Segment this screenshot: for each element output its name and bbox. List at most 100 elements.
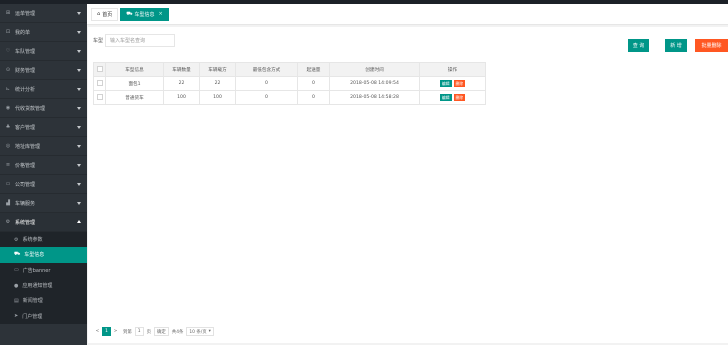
chevron-down-icon — [77, 126, 81, 129]
sidebar-item-system[interactable]: ⚙ 系统管理 — [0, 213, 87, 232]
gear-icon: ⚙ — [14, 236, 19, 243]
cell-vehicle-type: 面包1 — [105, 76, 164, 91]
sidebar-submenu: ⚙ 系统参数 ⛟ 车型信息 ▭ 广告banner ● 应用通知管理 ▤ 新闻管理… — [0, 232, 87, 324]
vehicle-type-table: 车型信息 车辆数量 车辆载方 最低包含方式 起送量 创建时间 操作 面包1 22… — [93, 62, 486, 105]
table-row: 普通货车 100 100 0 0 2018-05-08 14:58:28 编辑删… — [93, 90, 486, 105]
search-label: 车型 — [93, 38, 104, 44]
chevron-down-icon — [77, 69, 81, 72]
cell-actions: 编辑 删除 — [419, 76, 486, 91]
cell-start-amount: 0 — [297, 90, 330, 105]
column-header: 最低包含方式 — [235, 62, 298, 77]
sidebar-item-label: 客户管理 — [15, 124, 36, 131]
row-select-cell — [93, 76, 106, 91]
sidebar-item-label: 价格管理 — [15, 162, 36, 169]
column-header: 起送量 — [297, 62, 330, 77]
total-count: 共4条 — [171, 329, 184, 335]
circle-icon: ⊙ — [5, 67, 11, 73]
add-button[interactable]: 新 增 — [665, 39, 687, 52]
chart-icon: ⊾ — [5, 86, 11, 92]
sidebar-subitem-news[interactable]: ▤ 新闻管理 — [0, 293, 87, 308]
current-page-button[interactable]: 1 — [102, 327, 111, 336]
goto-confirm-button[interactable]: 确定 — [154, 327, 169, 336]
tab-label: 首页 — [102, 11, 113, 18]
pagination: < 1 > 到第 1 页 确定 共4条 10 条/页 ▾ — [93, 327, 214, 336]
column-header: 车辆数量 — [163, 62, 200, 77]
column-header: 操作 — [419, 62, 486, 77]
cell-vehicle-type: 普通货车 — [105, 90, 164, 105]
tab-home[interactable]: ⌂ 首页 — [91, 7, 119, 21]
sidebar-item-statistics[interactable]: ⊾ 统计分析 — [0, 80, 87, 99]
cell-vehicle-count: 100 — [163, 90, 200, 105]
tab-vehicle-types[interactable]: ⛟ 车型信息 × — [120, 7, 169, 21]
sidebar-item-label: 公司管理 — [15, 181, 36, 188]
sidebar-item-pricing[interactable]: ≡ 价格管理 — [0, 156, 87, 175]
chevron-down-icon — [77, 12, 81, 15]
cell-min-method: 0 — [235, 76, 298, 91]
sidebar-subitem-notifications[interactable]: ● 应用通知管理 — [0, 278, 87, 293]
sidebar-item-customers[interactable]: ♣ 客户管理 — [0, 118, 87, 137]
gear-icon: ⚙ — [5, 219, 11, 225]
edit-button[interactable]: 编辑 — [439, 80, 452, 87]
list-icon: ≡ — [5, 162, 11, 168]
delete-button[interactable]: 删除 — [453, 94, 466, 101]
news-icon: ▤ — [14, 297, 19, 304]
building-icon: ▭ — [5, 181, 11, 187]
table-row: 面包1 22 22 0 0 2018-05-08 14:09:54 编辑 删除 — [93, 76, 486, 91]
sidebar-subitem-label: 新闻管理 — [22, 298, 43, 305]
tab-bar: ⌂ 首页 ⛟ 车型信息 × — [87, 4, 728, 25]
sidebar-item-my-orders[interactable]: ⊡ 我的单 — [0, 23, 87, 42]
content-panel: 车型 输入车型名查询 查 询 新 增 批量删除 车型信息 车辆数量 车辆载方 最… — [88, 27, 728, 343]
close-icon[interactable]: × — [159, 11, 163, 17]
sidebar-item-fleet[interactable]: ♡ 车队管理 — [0, 42, 87, 61]
truck-icon: ⛟ — [14, 251, 21, 258]
batch-delete-button[interactable]: 批量删除 — [695, 39, 728, 52]
goto-page-input[interactable]: 1 — [134, 327, 144, 336]
sidebar-item-label: 财务管理 — [15, 67, 36, 74]
sidebar-subitem-portal[interactable]: ➤ 门户管理 — [0, 308, 87, 323]
row-checkbox[interactable] — [96, 80, 103, 87]
next-page-button[interactable]: > — [111, 327, 120, 336]
sidebar-item-cod[interactable]: ◉ 代收货款管理 — [0, 99, 87, 118]
home-icon: ⌂ — [97, 11, 101, 17]
sidebar-subitem-label: 车型信息 — [24, 252, 45, 259]
page-size-select[interactable]: 10 条/页 ▾ — [186, 327, 214, 336]
row-checkbox[interactable] — [96, 94, 103, 101]
query-button[interactable]: 查 询 — [628, 39, 649, 52]
sidebar-item-company[interactable]: ▭ 公司管理 — [0, 175, 87, 194]
cell-vehicle-count: 22 — [163, 76, 200, 91]
search-input[interactable]: 输入车型名查询 — [105, 34, 176, 47]
page-unit-label: 页 — [146, 329, 151, 335]
sidebar-subitem-banner[interactable]: ▭ 广告banner — [0, 263, 87, 278]
prev-page-button[interactable]: < — [93, 327, 102, 336]
cell-vehicle-capacity: 100 — [199, 90, 236, 105]
sidebar-item-waybill[interactable]: ⊞ 运单管理 — [0, 4, 87, 23]
column-header: 创建时间 — [329, 62, 420, 77]
sidebar-item-label: 运单管理 — [15, 10, 36, 17]
cell-vehicle-capacity: 22 — [199, 76, 236, 91]
edit-button[interactable]: 编辑 — [439, 94, 452, 101]
delete-button[interactable]: 删除 — [453, 80, 466, 87]
send-icon: ➤ — [14, 313, 19, 320]
grid-icon: ⊞ — [5, 10, 11, 16]
image-icon: ▭ — [14, 267, 19, 274]
sidebar-subitem-label: 门户管理 — [22, 313, 43, 320]
sidebar-subitem-system-params[interactable]: ⚙ 系统参数 — [0, 232, 87, 247]
sidebar-item-label: 地址库管理 — [15, 143, 41, 150]
sidebar-subitem-vehicle-types[interactable]: ⛟ 车型信息 — [0, 247, 87, 263]
square-icon: ⊡ — [5, 29, 11, 35]
cell-min-method: 0 — [235, 90, 298, 105]
sidebar-item-vehicle-services[interactable]: ▟ 车辆服务 — [0, 194, 87, 213]
column-header: 车辆载方 — [199, 62, 236, 77]
cell-created-time: 2018-05-08 14:09:54 — [329, 76, 420, 91]
chevron-down-icon — [77, 145, 81, 148]
select-all-checkbox[interactable] — [96, 66, 103, 73]
tab-label: 车型信息 — [134, 11, 155, 18]
column-header: 车型信息 — [105, 62, 164, 77]
cell-actions: 编辑 删除 — [419, 90, 486, 105]
chevron-down-icon — [77, 164, 81, 167]
main-content: 车型 输入车型名查询 查 询 新 增 批量删除 车型信息 车辆数量 车辆载方 最… — [87, 25, 728, 345]
heart-icon: ♡ — [5, 48, 11, 54]
sidebar-item-finance[interactable]: ⊙ 财务管理 — [0, 61, 87, 80]
sidebar-item-address-book[interactable]: ◎ 地址库管理 — [0, 137, 87, 156]
sidebar: ⊞ 运单管理 ⊡ 我的单 ♡ 车队管理 ⊙ 财务管理 ⊾ 统计分析 ◉ 代收货款… — [0, 4, 87, 345]
